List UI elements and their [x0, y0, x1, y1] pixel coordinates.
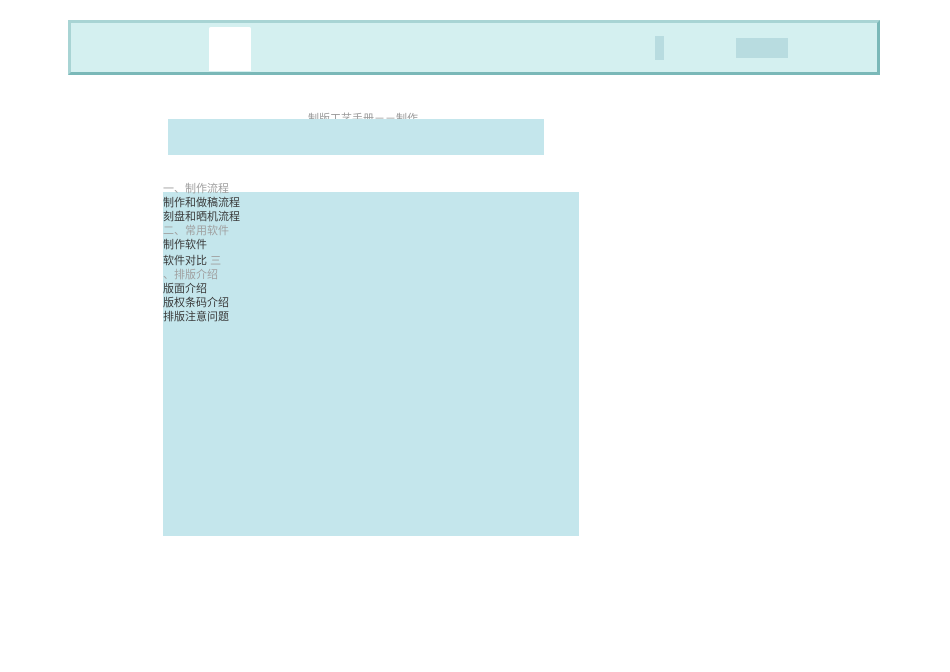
outline-link[interactable]: 版权条码介绍: [163, 296, 240, 310]
top-banner: [68, 20, 880, 75]
banner-mark-2: [736, 38, 788, 58]
outline-link[interactable]: 制作软件: [163, 238, 240, 252]
content-outline: 一、制作流程 制作和做稿流程 刻盘和晒机流程 二、常用软件 制作软件 软件对比 …: [163, 182, 240, 324]
section-header-3: 、排版介绍: [163, 268, 240, 282]
outline-link[interactable]: 刻盘和晒机流程: [163, 210, 240, 224]
section-header-2: 二、常用软件: [163, 224, 240, 238]
outline-link[interactable]: 软件对比: [163, 255, 207, 267]
outline-link[interactable]: 版面介绍: [163, 282, 240, 296]
outline-row-mixed: 软件对比 三: [163, 252, 240, 268]
section-header-1: 一、制作流程: [163, 182, 240, 196]
outline-link[interactable]: 排版注意问题: [163, 310, 240, 324]
title-box: [168, 119, 544, 155]
section-header-3-prefix: 三: [210, 255, 221, 267]
banner-mark-1: [655, 36, 664, 60]
outline-link[interactable]: 制作和做稿流程: [163, 196, 240, 210]
banner-tab[interactable]: [209, 27, 251, 71]
